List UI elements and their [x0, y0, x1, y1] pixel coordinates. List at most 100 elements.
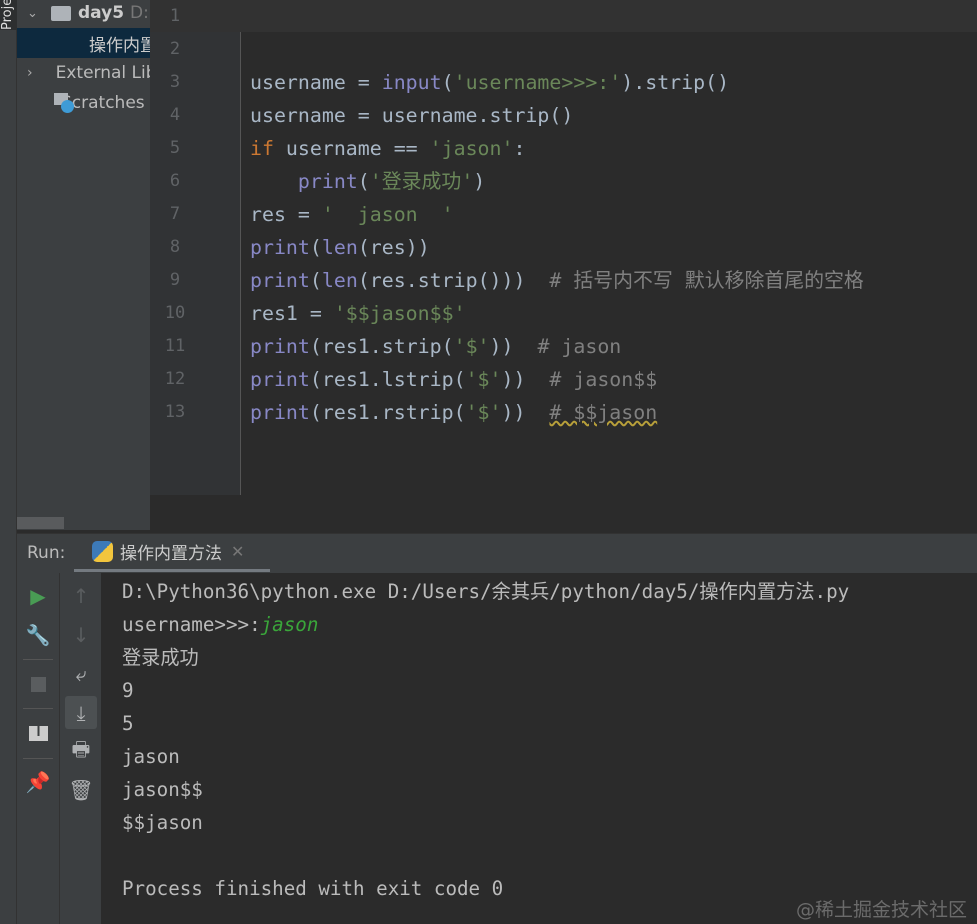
code-line[interactable]: print(len(res.strip())) # 括号内不写 默认移除首尾的空… — [250, 264, 864, 297]
console-text: 5 — [122, 712, 134, 735]
code-token: len — [321, 236, 358, 259]
tree-item-path: D: — [130, 3, 149, 23]
code-token: print — [250, 401, 310, 424]
console-line: $$jason — [122, 806, 203, 839]
line-number: 5 — [169, 138, 181, 158]
code-line[interactable]: print(res1.lstrip('$')) # jason$$ — [250, 363, 657, 396]
console-toolbar: ↑ ↓ ⤶ ⤓ 🖶 🗑 — [60, 573, 102, 924]
tree-item-label: Scratches and Consoles — [61, 93, 150, 113]
code-token: '登录成功' — [369, 170, 474, 193]
console-line: 9 — [122, 674, 134, 707]
code-token: print — [250, 269, 310, 292]
chevron-down-icon[interactable]: ⌄ — [27, 6, 39, 21]
watermark: @稀土掘金技术社区 — [795, 899, 967, 921]
code-line[interactable]: print(res1.strip('$')) # jason — [250, 330, 621, 363]
scroll-to-end-icon[interactable]: ⤓ — [65, 696, 97, 729]
print-icon[interactable]: 🖶 — [66, 737, 96, 767]
code-token: username = username.strip() — [250, 104, 574, 127]
code-token: # jason$$ — [549, 368, 658, 391]
line-number: 8 — [169, 237, 181, 257]
code-token: (res1.strip( — [309, 335, 454, 358]
code-token: ) — [473, 170, 486, 193]
console-line: 5 — [122, 707, 134, 740]
code-line[interactable]: print(res1.rstrip('$')) # $$jason — [250, 396, 657, 429]
console-line: jason — [122, 740, 180, 773]
folder-icon — [51, 5, 71, 21]
console-text: 登录成功 — [122, 646, 199, 669]
tree-item-label: day5 — [78, 3, 125, 23]
line-number: 3 — [169, 72, 181, 92]
code-token: len — [321, 269, 358, 292]
console-text: jason — [122, 745, 180, 768]
pin-icon[interactable]: 📌 — [23, 767, 53, 797]
run-toolbar: ▶ 🔧 📌 — [17, 573, 60, 924]
console-line: 登录成功 — [122, 641, 199, 674]
arrow-down-icon[interactable]: ↓ — [66, 620, 96, 650]
console-line: jason$$ — [122, 773, 203, 806]
tree-item-python-file[interactable]: 操作内置方法.py — [17, 28, 150, 58]
code-token: ( — [357, 170, 370, 193]
code-line[interactable]: res1 = '$$jason$$' — [250, 297, 466, 330]
stop-icon[interactable] — [23, 669, 53, 699]
code-token: )) — [501, 368, 550, 391]
run-panel-header: Run: 操作内置方法 ✕ — [17, 533, 977, 573]
project-tool-tab[interactable]: Project — [0, 0, 17, 30]
console-text: Process finished with exit code 0 — [122, 877, 504, 900]
code-token: res1 = — [250, 302, 334, 325]
console-line: username>>>:jason — [122, 608, 318, 641]
tree-item-day5[interactable]: ⌄ day5 D: — [17, 0, 150, 28]
code-line[interactable]: print('登录成功') — [250, 165, 485, 198]
code-token: input — [381, 71, 442, 94]
trash-icon[interactable]: 🗑 — [66, 775, 96, 805]
tree-item-label: 操作内置方法.py — [89, 35, 150, 56]
code-token: (res)) — [357, 236, 430, 259]
code-token: username = — [250, 71, 382, 94]
arrow-up-icon[interactable]: ↑ — [66, 581, 96, 611]
code-line[interactable]: res = ' jason ' — [250, 198, 454, 231]
code-token: )) — [501, 401, 550, 424]
code-token: username == — [273, 137, 430, 160]
code-token: 'jason' — [429, 137, 514, 160]
console-text: 9 — [122, 679, 134, 702]
code-line[interactable]: print(len(res)) — [250, 231, 430, 264]
code-token: '$' — [465, 401, 502, 424]
line-number: 12 — [164, 369, 186, 389]
line-number: 13 — [164, 402, 186, 422]
console-text: $$jason — [122, 811, 203, 834]
code-line[interactable]: username = username.strip() — [250, 99, 573, 132]
close-icon[interactable]: ✕ — [231, 542, 244, 561]
rerun-icon[interactable]: ▶ — [23, 581, 53, 611]
code-token: print — [297, 170, 358, 193]
tree-item-scratches[interactable]: Scratches and Consoles — [17, 88, 150, 118]
soft-wrap-icon[interactable]: ⤶ — [66, 659, 96, 689]
code-token: ( — [441, 71, 454, 94]
layout-icon[interactable] — [23, 718, 53, 748]
line-number: 1 — [169, 6, 181, 26]
line-number: 11 — [164, 336, 186, 356]
project-tool-window-strip: Project — [0, 0, 17, 924]
console-line: Process finished with exit code 0 — [122, 872, 503, 905]
editor-horizontal-area — [150, 495, 977, 530]
code-token: # jason — [537, 335, 622, 358]
code-line[interactable]: username = input('username>>>:').strip() — [250, 66, 729, 99]
code-token: # $$jason — [549, 401, 658, 424]
console-text: username>>>: — [122, 613, 261, 636]
horizontal-scrollbar[interactable] — [17, 517, 64, 529]
wrench-icon[interactable]: 🔧 — [23, 620, 53, 650]
code-token: '$$jason$$' — [333, 302, 466, 325]
code-token: print — [250, 335, 310, 358]
run-tab[interactable]: 操作内置方法 ✕ — [74, 534, 270, 572]
current-line-highlight — [150, 0, 977, 32]
tree-item-external-libraries[interactable]: › External Libraries — [17, 58, 150, 88]
project-tree: ⌄ day5 D: 操作内置方法.py › External Libraries… — [17, 0, 150, 530]
code-line[interactable]: if username == 'jason': — [250, 132, 525, 165]
run-label: Run: — [27, 543, 66, 563]
code-token: (res.strip())) — [357, 269, 550, 292]
tree-item-label: External Libraries — [55, 63, 150, 83]
chevron-right-icon[interactable]: › — [27, 65, 33, 81]
console-user-input: jason — [260, 613, 319, 636]
code-token: 'username>>>:' — [453, 71, 622, 94]
line-number: 10 — [164, 303, 186, 323]
code-token: # 括号内不写 默认移除首尾的空格 — [549, 269, 864, 292]
